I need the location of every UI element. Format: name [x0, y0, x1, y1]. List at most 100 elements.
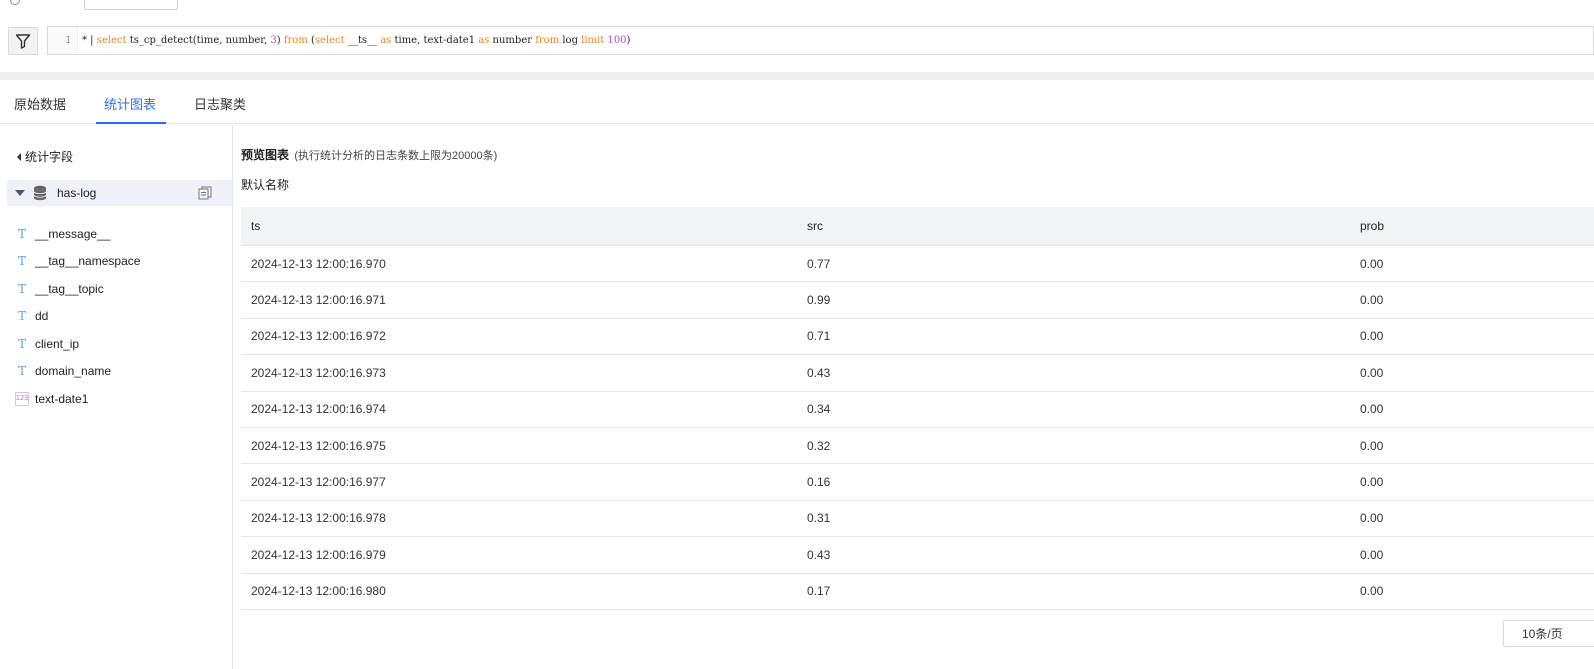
query-token-keyword: as: [478, 35, 490, 46]
chart-preview-panel: 预览图表 (执行统计分析的日志条数上限为20000条) 默认名称 ts src …: [241, 125, 1594, 669]
query-token-plain: * |: [82, 35, 97, 46]
query-bar: 1 * | select ts_cp_detect(time, number, …: [0, 26, 1594, 56]
cell-ts: 2024-12-13 12:00:16.980: [251, 584, 386, 599]
line-number: 1: [48, 27, 78, 54]
table-row: 2024-12-13 12:00:16.978 0.31 0.00: [241, 501, 1594, 538]
caret-left-icon: [17, 152, 21, 161]
text-type-icon: T: [17, 254, 26, 269]
field-item[interactable]: 123 text-date1: [15, 385, 140, 413]
field-item[interactable]: T __tag__namespace: [15, 248, 140, 276]
preview-limit-note: (执行统计分析的日志条数上限为20000条): [294, 150, 498, 162]
cell-ts: 2024-12-13 12:00:16.972: [251, 329, 386, 344]
chart-name: 默认名称: [241, 178, 290, 192]
cell-src: 0.17: [807, 584, 831, 599]
page-size-select[interactable]: 10条/页: [1503, 620, 1594, 647]
text-type-icon: T: [17, 336, 26, 351]
cell-ts: 2024-12-13 12:00:16.978: [251, 511, 386, 526]
cell-prob: 0.00: [1360, 547, 1384, 562]
tab-raw-data[interactable]: 原始数据: [14, 94, 66, 124]
cell-ts: 2024-12-13 12:00:16.971: [251, 293, 386, 308]
filter-icon: [15, 34, 31, 49]
query-token-plain: time, text-date1: [391, 35, 479, 46]
cell-prob: 0.00: [1360, 511, 1384, 526]
radio-icon[interactable]: [10, 0, 20, 5]
cell-src: 0.77: [807, 256, 831, 271]
field-list: T __message__ T __tag__namespace T __tag__top…: [15, 220, 140, 413]
table-header: ts src prob: [241, 207, 1594, 246]
cell-src: 0.32: [807, 438, 831, 453]
number-type-icon: 123: [15, 391, 29, 406]
table-body: 2024-12-13 12:00:16.970 0.77 0.00 2024-12-1…: [241, 246, 1594, 610]
preview-header: 预览图表 (执行统计分析的日志条数上限为20000条): [241, 146, 497, 163]
copy-icon[interactable]: [198, 186, 212, 200]
table-row: 2024-12-13 12:00:16.971 0.99 0.00: [241, 282, 1594, 319]
cell-ts: 2024-12-13 12:00:16.975: [251, 438, 386, 453]
tab-log-clustering[interactable]: 日志聚类: [194, 94, 246, 124]
table-row: 2024-12-13 12:00:16.977 0.16 0.00: [241, 464, 1594, 501]
table-row: 2024-12-13 12:00:16.975 0.32 0.00: [241, 428, 1594, 465]
top-select-box[interactable]: [84, 0, 178, 10]
text-type-icon: T: [17, 226, 26, 241]
filter-button[interactable]: [8, 27, 38, 55]
tab-statistics-chart[interactable]: 统计图表: [104, 94, 156, 124]
cell-prob: 0.00: [1360, 402, 1384, 417]
cell-prob: 0.00: [1360, 475, 1384, 490]
cell-ts: 2024-12-13 12:00:16.974: [251, 402, 386, 417]
field-name: client_ip: [35, 336, 80, 351]
column-header-ts[interactable]: ts: [241, 219, 797, 233]
sidebar-title: 统计字段: [25, 150, 74, 164]
cell-src: 0.16: [807, 475, 831, 490]
cell-src: 0.34: [807, 402, 831, 417]
cell-ts: 2024-12-13 12:00:16.979: [251, 547, 386, 562]
field-name: __tag__namespace: [35, 254, 141, 269]
cell-src: 0.43: [807, 365, 831, 380]
logstore-row[interactable]: has-log: [7, 180, 232, 206]
table-row: 2024-12-13 12:00:16.970 0.77 0.00: [241, 246, 1594, 283]
field-item[interactable]: T __message__: [15, 220, 140, 248]
table-row: 2024-12-13 12:00:16.980 0.17 0.00: [241, 574, 1594, 610]
section-divider: [0, 72, 1594, 80]
query-token-plain: __ts__: [344, 35, 381, 46]
expand-triangle-icon[interactable]: [15, 190, 25, 196]
cell-prob: 0.00: [1360, 329, 1384, 344]
table-row: 2024-12-13 12:00:16.979 0.43 0.00: [241, 537, 1594, 574]
query-token-keyword: as: [380, 35, 392, 46]
field-name: text-date1: [35, 391, 89, 406]
top-control-remnant: [0, 0, 240, 12]
query-token-number: 100: [607, 35, 627, 46]
query-token-plain: ): [276, 35, 284, 46]
query-token-plain: ): [626, 35, 631, 46]
field-name: __message__: [35, 226, 111, 241]
cell-src: 0.43: [807, 547, 831, 562]
cell-ts: 2024-12-13 12:00:16.973: [251, 365, 386, 380]
database-icon: [33, 185, 47, 201]
result-tabs: 原始数据 统计图表 日志聚类: [0, 80, 1594, 124]
query-token-plain: (: [307, 35, 315, 46]
preview-title: 预览图表: [241, 148, 290, 162]
table-row: 2024-12-13 12:00:16.974 0.34 0.00: [241, 392, 1594, 428]
query-token-keyword: select: [96, 35, 127, 46]
sidebar-collapse-toggle[interactable]: 统计字段: [17, 148, 73, 165]
field-name: domain_name: [35, 364, 112, 379]
field-item[interactable]: T __tag__topic: [15, 275, 140, 303]
table-row: 2024-12-13 12:00:16.972 0.71 0.00: [241, 319, 1594, 356]
cell-prob: 0.00: [1360, 584, 1384, 599]
table-row: 2024-12-13 12:00:16.973 0.43 0.00: [241, 355, 1594, 392]
field-item[interactable]: Tclient_ip: [15, 330, 140, 358]
logstore-name: has-log: [57, 186, 97, 200]
result-table: ts src prob 2024-12-13 12:00:16.970 0.77 0…: [241, 207, 1594, 610]
active-tab-indicator: [96, 122, 166, 124]
column-header-src[interactable]: src: [797, 219, 1351, 233]
field-item[interactable]: Tdomain_name: [15, 358, 140, 386]
query-token-plain: ts_cp_detect(time, number,: [126, 35, 271, 46]
query-token-keyword: from: [535, 35, 560, 46]
column-header-prob[interactable]: prob: [1351, 219, 1594, 233]
query-code-line[interactable]: * | select ts_cp_detect(time, number, 3)…: [78, 35, 630, 46]
query-editor[interactable]: 1 * | select ts_cp_detect(time, number, …: [47, 26, 1594, 55]
field-name: __tag__topic: [35, 281, 104, 296]
cell-prob: 0.00: [1360, 365, 1384, 380]
field-item[interactable]: Tdd: [15, 303, 140, 331]
field-name: dd: [35, 309, 49, 324]
text-type-icon: T: [17, 309, 26, 324]
field-sidebar: 统计字段 has-log T __message__ T __tag__namespa…: [7, 125, 233, 669]
